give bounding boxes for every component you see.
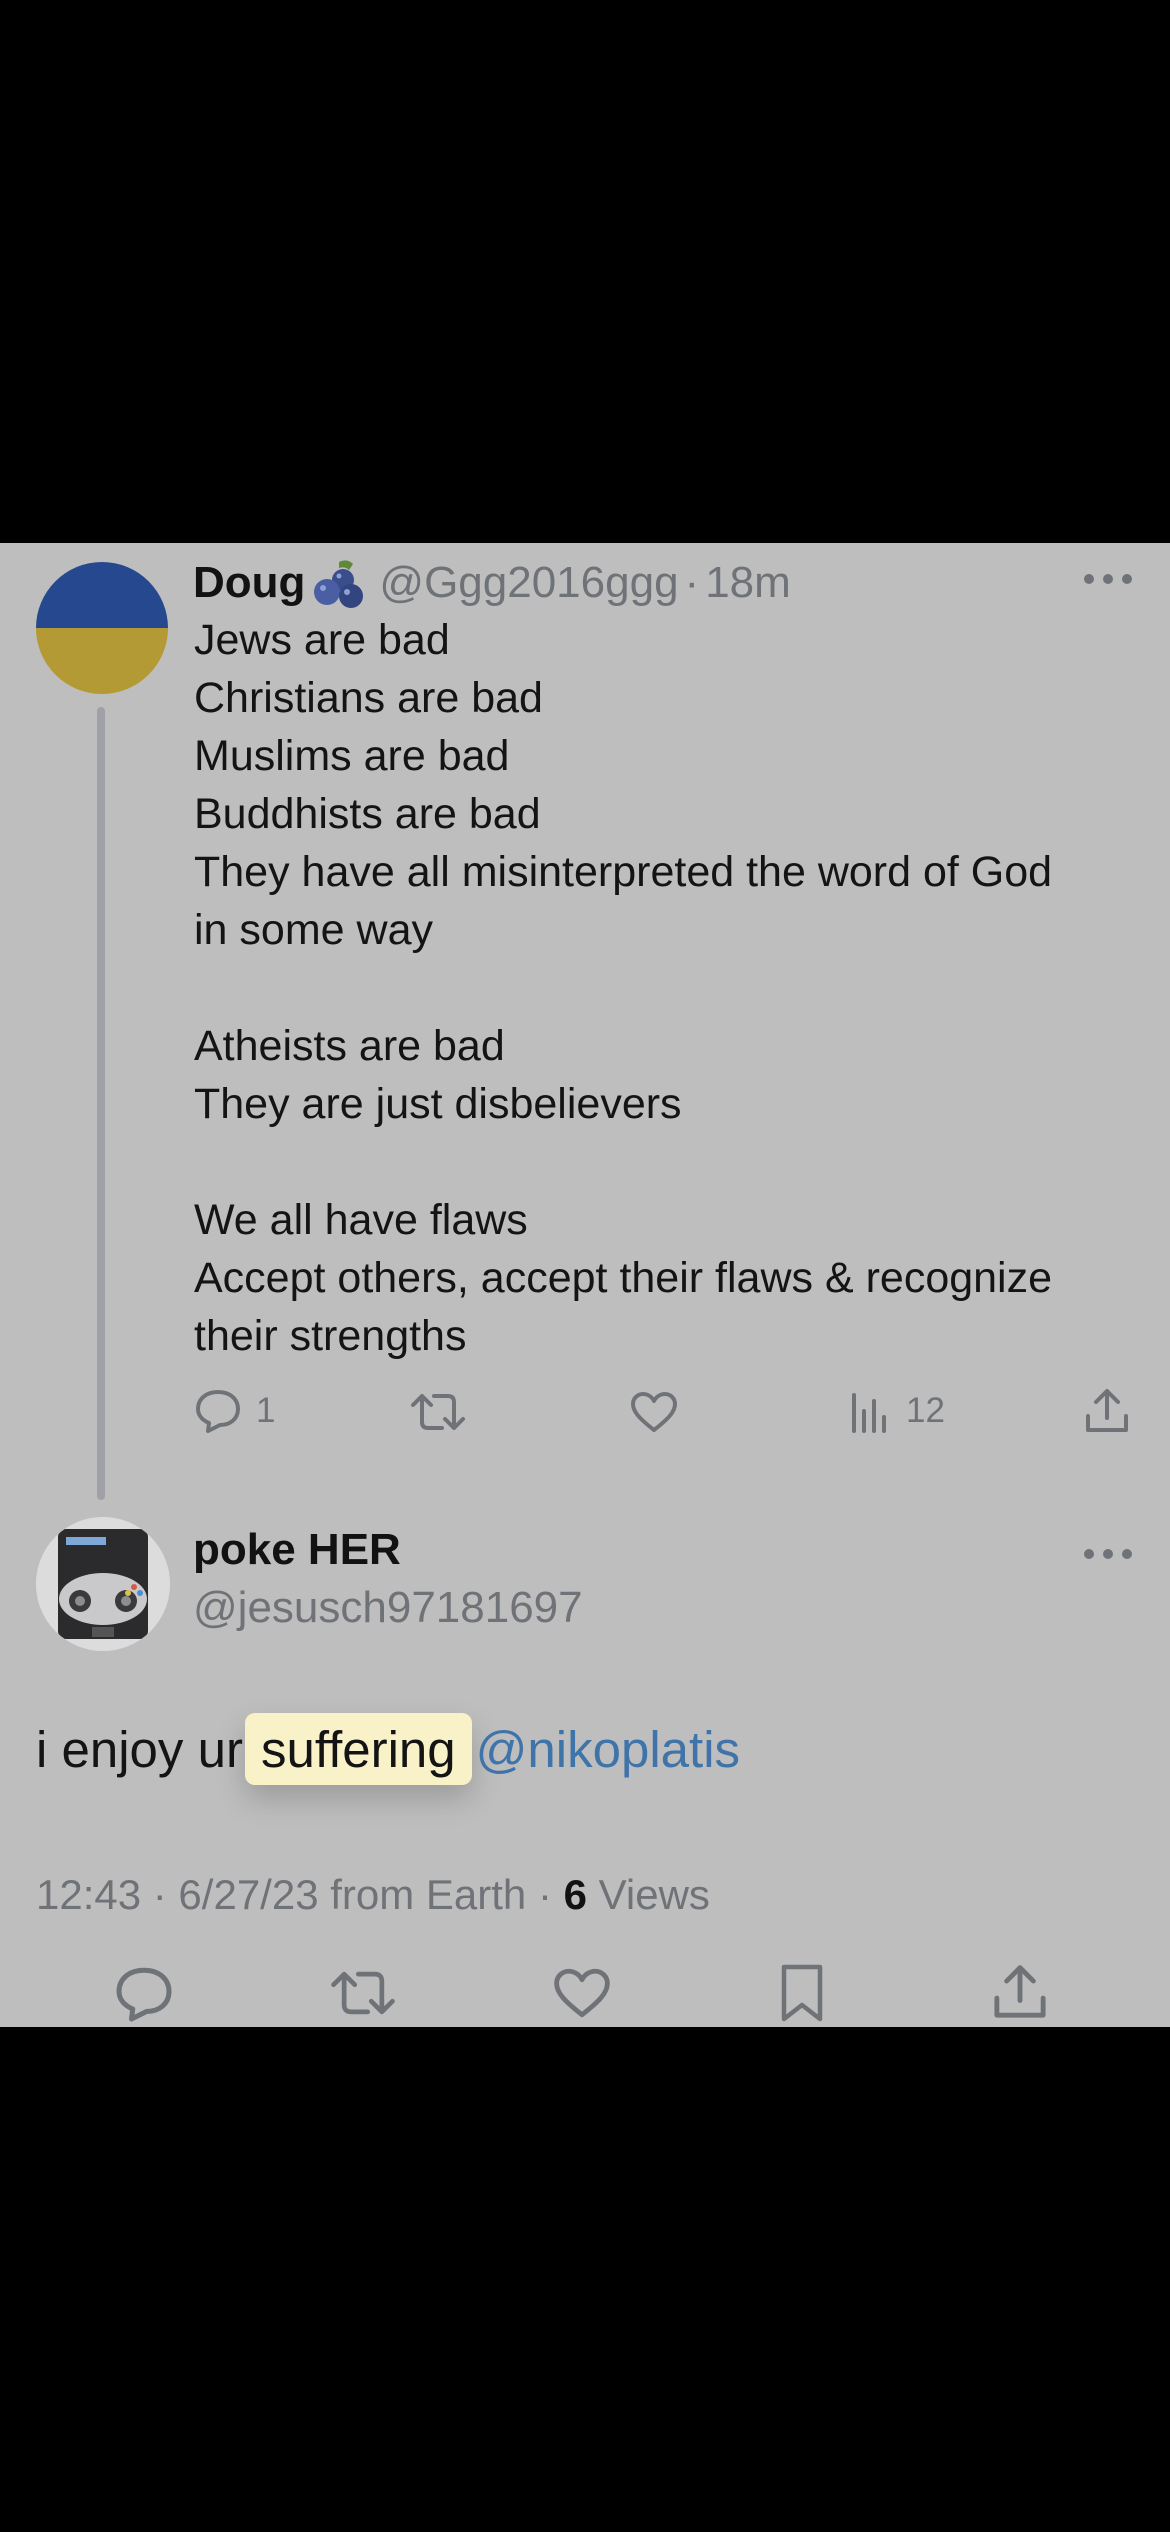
mention-link[interactable]: @nikoplatis	[476, 1720, 740, 1779]
tweet-age[interactable]: 18m	[705, 558, 791, 608]
tweet-line: in some way	[194, 906, 433, 954]
views-icon	[850, 1389, 890, 1433]
avatar-poke-her[interactable]	[36, 1517, 170, 1651]
tweet-thread: Doug @Ggg2016ggg · 18m Jews are bad Chri…	[0, 543, 1170, 2027]
views-count: 6	[563, 1871, 587, 1918]
share-icon	[1084, 1388, 1130, 1434]
blueberries-emoji-icon	[309, 558, 367, 608]
tweet-body: Jews are bad Christians are bad Muslims …	[194, 611, 1134, 1365]
tweet-header: Doug @Ggg2016ggg · 18m	[193, 555, 791, 611]
thread-line	[97, 707, 105, 1500]
tweet-meta: 12:43 · 6/27/23 from Earth · 6 Views	[36, 1871, 710, 1919]
tweet-line: Atheists are bad	[194, 1022, 505, 1070]
like-icon	[553, 1967, 611, 2019]
views-count: 12	[906, 1391, 945, 1430]
reply-text: i enjoy ur suffering @nikoplatis	[36, 1713, 740, 1785]
author-handle[interactable]: @Ggg2016ggg	[379, 558, 678, 608]
retweet-button[interactable]	[330, 1967, 396, 2019]
tweet-line: We all have flaws	[194, 1196, 528, 1244]
share-button[interactable]	[992, 1963, 1048, 2021]
tweet-line: their strengths	[194, 1312, 467, 1360]
like-icon	[630, 1391, 678, 1433]
more-icon[interactable]	[1084, 571, 1132, 587]
separator-dot: ·	[684, 558, 700, 607]
retweet-icon	[410, 1390, 466, 1434]
retweet-icon	[330, 1967, 396, 2019]
bookmark-icon	[778, 1963, 826, 2023]
tweet-line: Jews are bad	[194, 616, 450, 664]
like-button[interactable]	[630, 1391, 678, 1433]
views-button[interactable]: 12	[850, 1389, 945, 1433]
retweet-button[interactable]	[410, 1390, 466, 1434]
timestamp[interactable]: 12:43 · 6/27/23 from Earth ·	[36, 1871, 564, 1918]
tweet-line: They are just disbelievers	[194, 1080, 682, 1128]
tweet-line: Accept others, accept their flaws & reco…	[194, 1254, 1053, 1302]
tweet-line: Muslims are bad	[194, 732, 510, 780]
like-button[interactable]	[553, 1967, 611, 2019]
reply-button[interactable]: 1	[194, 1388, 275, 1434]
views-label: Views	[586, 1871, 710, 1918]
reply-icon	[114, 1965, 174, 2023]
avatar-doug[interactable]	[36, 562, 168, 694]
reply-count: 1	[256, 1391, 276, 1430]
tweet-line: Christians are bad	[194, 674, 543, 722]
reply-button[interactable]	[114, 1965, 174, 2023]
highlighted-word[interactable]: suffering	[244, 1713, 472, 1785]
bookmark-button[interactable]	[778, 1963, 826, 2023]
tweet-line: They have all misinterpreted the word of…	[194, 848, 1053, 896]
reply-text-start: i enjoy ur	[36, 1720, 243, 1778]
share-icon	[992, 1963, 1048, 2021]
reply-icon	[194, 1388, 242, 1434]
tweet-line: Buddhists are bad	[194, 790, 541, 838]
reply-author-handle[interactable]: @jesusch97181697	[193, 1583, 583, 1633]
author-name[interactable]: Doug	[193, 558, 305, 608]
reply-author-name[interactable]: poke HER	[193, 1525, 401, 1575]
share-button[interactable]	[1084, 1388, 1130, 1434]
more-icon[interactable]	[1084, 1546, 1132, 1562]
